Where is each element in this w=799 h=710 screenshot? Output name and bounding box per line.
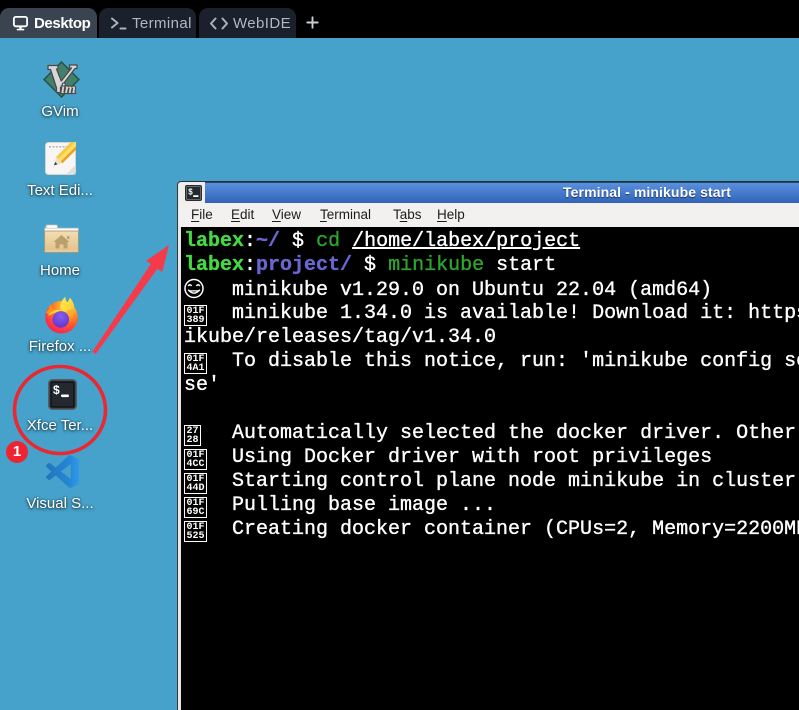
- svg-text:im: im: [61, 82, 76, 97]
- svg-text:$: $: [53, 383, 60, 397]
- svg-text:$: $: [188, 188, 193, 197]
